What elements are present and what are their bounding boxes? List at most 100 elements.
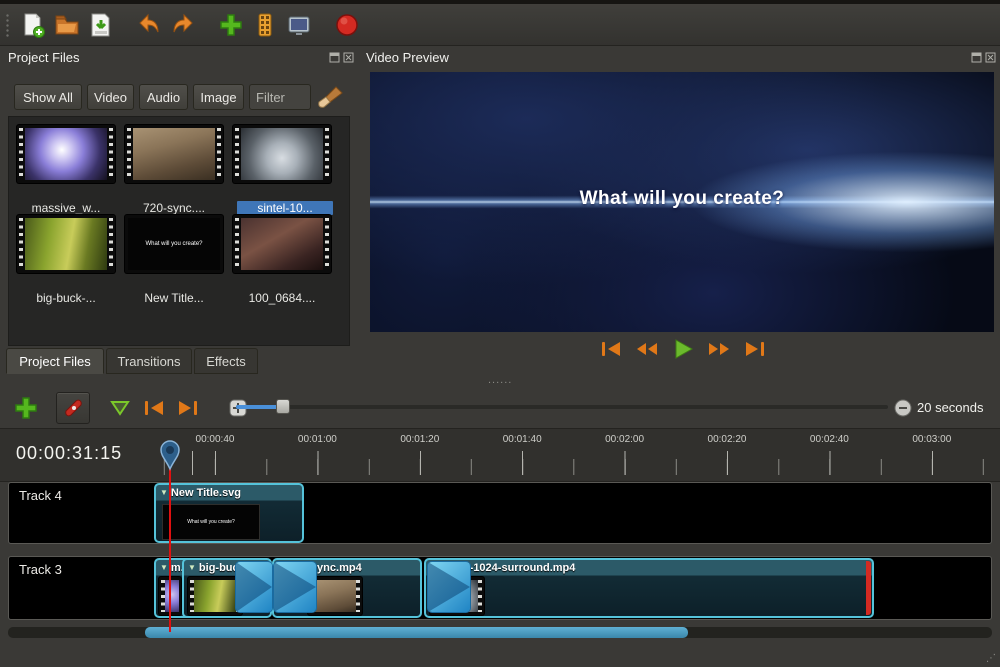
export-video-button[interactable] [331,9,363,41]
playhead-marker[interactable] [159,440,181,477]
new-project-icon [24,13,45,38]
file-label-100-0684[interactable]: 100_0684.... [233,291,331,305]
ruler-mark: 00:02:20 [707,434,747,445]
file-label-sintel-selected[interactable]: sintel-10... [237,201,333,215]
undo-icon [139,13,159,32]
filter-image-button[interactable]: Image [193,84,244,110]
transition-2[interactable] [274,562,316,612]
track-4-label: Track 4 [19,488,62,503]
ruler-mark: 00:01:00 [297,434,337,445]
file-label-720-sync[interactable]: 720-sync.... [125,201,223,215]
ruler-ticks-major [150,451,992,475]
clear-filter-button[interactable] [316,84,344,115]
jump-to-end-button[interactable] [739,336,771,362]
file-thumbnail-720-sync[interactable] [125,125,223,183]
toolbar-grip[interactable] [5,12,11,37]
clip-menu-icon[interactable]: ▼ [188,563,196,572]
main-toolbar [0,4,1000,46]
close-panel-icon[interactable] [343,52,354,63]
ruler-mark: 00:01:40 [502,434,542,445]
zoom-slider-track[interactable] [236,405,888,409]
fast-forward-button[interactable] [703,336,735,362]
fast-forward-icon [709,343,729,355]
razor-tool-button[interactable] [56,392,90,424]
window-resize-grip[interactable]: ⋰ [986,653,996,664]
new-title-thumb-text: What will you create? [145,241,203,247]
import-files-button[interactable] [215,9,247,41]
tab-effects[interactable]: Effects [194,348,258,374]
transition-shape [274,562,316,612]
timeline-jump-start-button[interactable] [138,392,170,424]
open-project-button[interactable] [51,9,83,41]
openshot-window: Project Files Show All Video Audio Image… [0,0,1000,667]
close-panel-icon[interactable] [985,52,996,63]
filter-input[interactable] [249,84,311,110]
file-label-new-title[interactable]: New Title... [125,291,223,305]
fullscreen-icon [288,16,310,35]
pane-splitter[interactable]: ...... [0,372,1000,386]
choose-profile-icon [258,13,272,36]
jump-to-end-icon [746,342,764,356]
clip-new-title[interactable]: ▼ New Title.svg What will you create? [154,483,304,543]
file-thumbnail-sintel[interactable] [233,125,331,183]
filter-video-button[interactable]: Video [87,84,134,110]
clip-thumbnail [308,577,362,615]
fullscreen-button[interactable] [283,9,315,41]
file-thumbnail-massive[interactable] [17,125,115,183]
tab-transitions[interactable]: Transitions [106,348,192,374]
ruler-mark: 00:03:00 [912,434,952,445]
file-label-massive[interactable]: massive_w... [17,201,115,215]
video-preview-dock-icons [971,52,996,63]
add-track-button[interactable] [10,392,42,424]
project-files-title: Project Files [8,50,80,65]
timeline-jump-start-icon [145,401,163,415]
clip-menu-icon[interactable]: ▼ [160,488,168,497]
timeline-jump-end-button[interactable] [172,392,204,424]
undo-button[interactable] [133,9,165,41]
clip-menu-icon[interactable]: ▼ [160,563,168,572]
file-thumbnail-100-0684[interactable] [233,215,331,273]
file-label-big-buck[interactable]: big-buck-... [17,291,115,305]
float-panel-icon[interactable] [971,52,982,63]
clip-label: New Title.svg [170,486,242,499]
jump-to-start-button[interactable] [595,336,627,362]
rewind-icon [637,343,657,355]
rewind-button[interactable] [631,336,663,362]
redo-button[interactable] [167,9,199,41]
filter-audio-button[interactable]: Audio [139,84,188,110]
play-button[interactable] [667,336,699,362]
zoom-out-icon [894,399,912,417]
playback-controls [595,336,771,362]
timeline-hscrollbar-thumb[interactable] [145,627,688,638]
clip-header: ▼ sintel-1024-surround.mp4 [426,560,872,575]
tab-project-files[interactable]: Project Files [6,348,104,374]
add-track-icon [15,397,37,419]
snapping-button[interactable] [104,392,136,424]
timeline-ruler[interactable]: 00:00:31:15 00:00:40 00:01:00 00:01:20 0… [0,428,1000,482]
clip-sintel[interactable]: ▼ sintel-1024-surround.mp4 [424,558,874,618]
redo-icon [173,13,193,32]
ruler-mark: 00:02:00 [605,434,645,445]
open-project-icon [55,15,79,34]
playhead-timecode: 00:00:31:15 [16,443,123,463]
clip-thumbnail: What will you create? [162,504,260,540]
zoom-out-button[interactable] [894,399,912,422]
zoom-slider-handle[interactable] [276,399,290,414]
brush-icon [318,86,343,108]
import-files-icon [220,13,242,36]
save-project-button[interactable] [85,9,117,41]
zoom-scale-label: 20 seconds [917,400,984,415]
float-panel-icon[interactable] [329,52,340,63]
transition-3[interactable] [428,562,470,612]
filter-show-all-button[interactable]: Show All [14,84,82,110]
file-thumbnail-new-title[interactable]: What will you create? [125,215,223,273]
clip-thumb-text: What will you create? [187,519,235,525]
file-thumbnail-big-buck[interactable] [17,215,115,273]
new-project-button[interactable] [17,9,49,41]
ruler-mark: 00:02:40 [809,434,849,445]
clip-trim-end-marker[interactable] [866,561,871,615]
choose-profile-button[interactable] [249,9,281,41]
transition-1[interactable] [236,562,272,612]
transition-shape [236,562,272,612]
timeline-jump-end-icon [179,401,197,415]
